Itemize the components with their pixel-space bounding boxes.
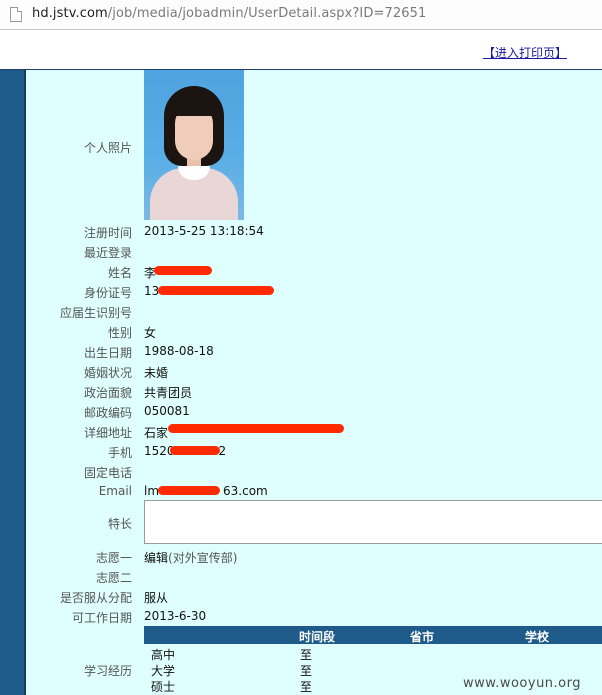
obey-assignment-label: 是否服从分配 (59, 591, 132, 605)
url-host: hd.jstv.com (32, 6, 108, 21)
id-number-label: 身份证号 (83, 286, 132, 300)
landline-label: 固定电话 (83, 466, 132, 480)
choice-one-department: (对外宣传部) (168, 551, 238, 565)
obey-assignment-value: 服从 (144, 591, 169, 605)
url-text[interactable]: hd.jstv.com/job/media/jobadmin/UserDetai… (32, 6, 426, 21)
study-period-to: 至 (300, 648, 313, 662)
browser-address-bar[interactable]: hd.jstv.com/job/media/jobadmin/UserDetai… (0, 0, 602, 30)
left-sidebar-bar (0, 70, 26, 695)
postal-code-label: 邮政编码 (83, 406, 132, 420)
email-prefix: lm (144, 484, 160, 498)
study-degree: 大学 (151, 664, 176, 678)
name-label: 姓名 (107, 266, 132, 280)
address-label: 详细地址 (83, 426, 132, 440)
id-number-value: 13 (144, 284, 160, 298)
political-status-label: 政治面貌 (83, 386, 132, 400)
political-status-value: 共青团员 (144, 386, 193, 400)
email-suffix: 63.com (223, 484, 268, 498)
study-degree: 硕士 (151, 680, 176, 694)
study-period-to: 至 (300, 664, 313, 678)
address-value: 石家 (144, 426, 169, 440)
redaction-mark (154, 266, 212, 275)
study-col-province: 省市 (410, 630, 435, 644)
specialty-textarea[interactable] (144, 500, 602, 544)
redaction-mark (168, 424, 344, 433)
watermark-text: www.wooyun.org (463, 676, 582, 691)
gender-label: 性别 (107, 326, 132, 340)
available-date-label: 可工作日期 (71, 611, 132, 625)
marital-status-value: 未婚 (144, 366, 169, 380)
email-label: Email (98, 484, 132, 498)
choice-one-label: 志愿一 (95, 551, 132, 565)
choice-one-value: 编辑(对外宣传部) (144, 549, 237, 566)
redaction-mark (170, 446, 220, 455)
birth-date-value: 1988-08-18 (144, 344, 214, 358)
study-table-header: 时间段 省市 学校 (144, 626, 602, 644)
available-date-value: 2013-6-30 (144, 609, 207, 623)
register-time-label: 注册时间 (83, 226, 132, 240)
print-page-link[interactable]: 【进入打印页】 (483, 44, 567, 61)
grad-id-label: 应届生识别号 (59, 306, 132, 320)
choice-two-label: 志愿二 (95, 571, 132, 585)
choice-one-position: 编辑 (144, 551, 169, 565)
study-col-period: 时间段 (299, 630, 336, 644)
mobile-label: 手机 (107, 446, 132, 460)
photo-label: 个人照片 (83, 141, 132, 155)
register-time-value: 2013-5-25 13:18:54 (144, 224, 264, 238)
marital-status-label: 婚姻状况 (83, 366, 132, 380)
study-col-school: 学校 (525, 630, 550, 644)
gender-value: 女 (144, 326, 157, 340)
study-period-to: 至 (300, 680, 313, 694)
study-history-label: 学习经历 (83, 664, 132, 678)
birth-date-label: 出生日期 (83, 346, 132, 360)
last-login-label: 最近登录 (83, 246, 132, 260)
redaction-mark (158, 286, 274, 295)
redaction-mark (158, 486, 220, 495)
specialty-label: 特长 (107, 517, 132, 531)
applicant-photo (144, 70, 244, 220)
page-icon (10, 7, 22, 22)
study-degree: 高中 (151, 648, 176, 662)
postal-code-value: 050081 (144, 404, 190, 418)
study-row: 高中 至 (144, 646, 602, 662)
url-path: /job/media/jobadmin/UserDetail.aspx?ID=7… (107, 6, 427, 21)
